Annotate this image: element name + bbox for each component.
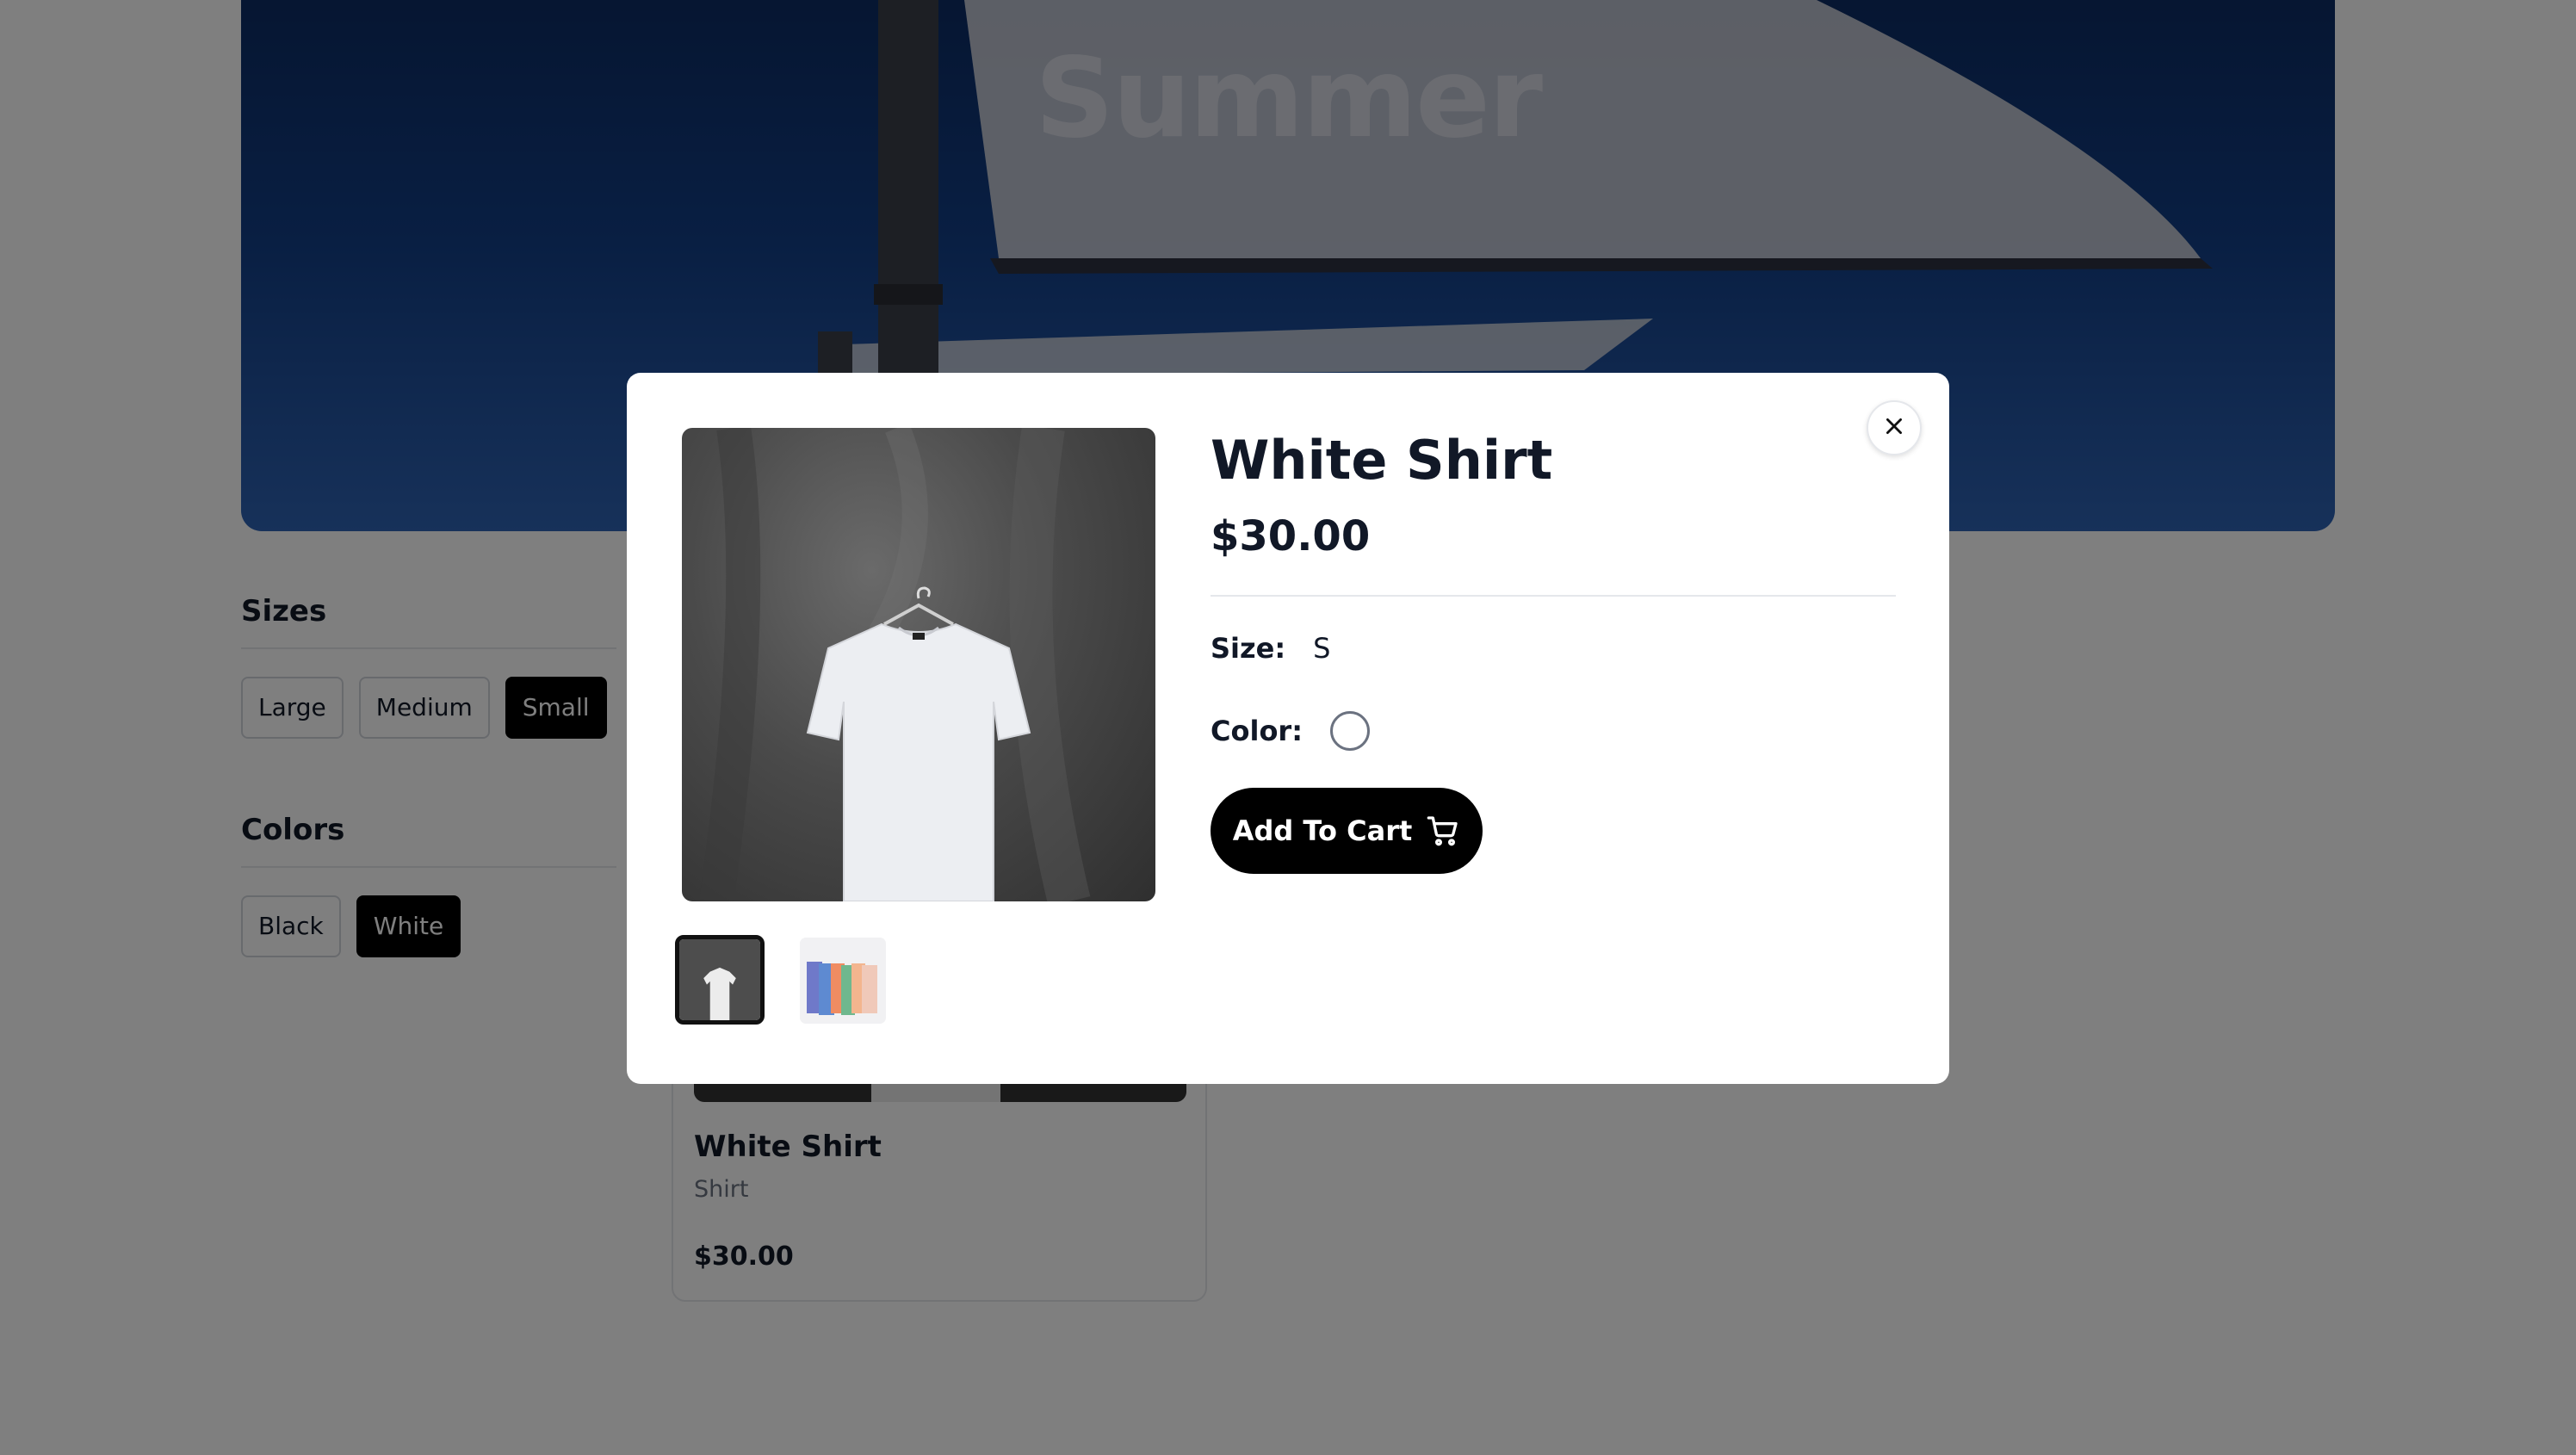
add-to-cart-button[interactable]: Add To Cart bbox=[1211, 788, 1483, 874]
product-title: White Shirt bbox=[1211, 429, 1553, 492]
product-main-image bbox=[682, 428, 1155, 901]
thumbnail-strip bbox=[675, 935, 889, 1026]
size-value: S bbox=[1313, 632, 1331, 665]
size-row: Size: S bbox=[1211, 622, 1896, 674]
color-label: Color: bbox=[1211, 715, 1303, 747]
thumbnail-white-shirt[interactable] bbox=[675, 935, 765, 1025]
close-icon bbox=[1883, 415, 1905, 441]
color-swatch-white bbox=[1330, 711, 1370, 751]
cart-icon bbox=[1426, 814, 1460, 848]
product-info: White Shirt $30.00 Size: S Color: Add To… bbox=[1211, 424, 1896, 874]
color-row: Color: bbox=[1211, 705, 1896, 757]
add-to-cart-label: Add To Cart bbox=[1232, 814, 1413, 847]
product-price: $30.00 bbox=[1211, 512, 1371, 560]
close-modal-button[interactable] bbox=[1867, 400, 1922, 455]
size-label: Size: bbox=[1211, 632, 1286, 665]
product-preview-modal: White Shirt $30.00 Size: S Color: Add To… bbox=[627, 373, 1949, 1084]
thumbnail-colored-shirts[interactable] bbox=[797, 935, 889, 1026]
divider bbox=[1211, 595, 1896, 597]
